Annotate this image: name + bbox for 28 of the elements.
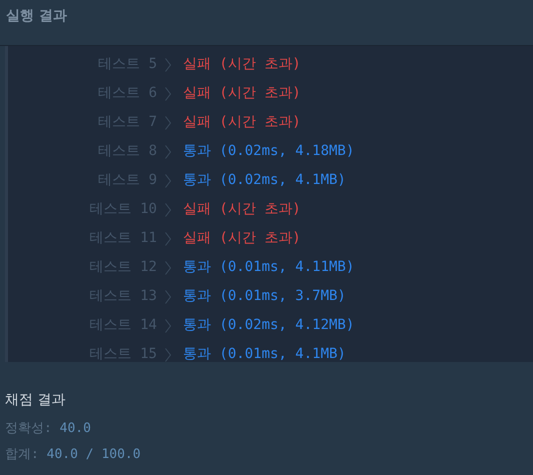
- chevron-icon: [165, 144, 171, 158]
- test-result: 실패 (시간 초과): [183, 113, 301, 132]
- test-result: 통과 (0.02ms, 4.1MB): [183, 171, 346, 190]
- chevron-icon: [165, 202, 171, 216]
- chevron-icon: [165, 348, 171, 362]
- score-value: 40.0 / 100.0: [46, 447, 141, 462]
- chevron-icon: [165, 174, 171, 188]
- chevron-icon: [165, 318, 171, 332]
- chevron-icon: [165, 290, 171, 304]
- test-result: 통과 (0.02ms, 4.12MB): [183, 316, 354, 335]
- score-label: 합계:: [5, 447, 39, 462]
- section-title: 실행 결과: [6, 8, 67, 24]
- score-label: 정확성:: [5, 421, 52, 436]
- chevron-icon: [165, 260, 171, 274]
- test-result: 실패 (시간 초과): [183, 84, 301, 103]
- test-result: 실패 (시간 초과): [183, 229, 301, 248]
- test-result: 통과 (0.01ms, 4.1MB): [183, 345, 346, 364]
- test-result: 통과 (0.01ms, 3.7MB): [183, 287, 346, 306]
- chevron-icon: [165, 116, 171, 130]
- chevron-icon: [165, 86, 171, 100]
- test-result: 실패 (시간 초과): [183, 55, 301, 74]
- test-result: 실패 (시간 초과): [183, 200, 301, 219]
- grading-title: 채점 결과: [5, 391, 66, 410]
- chevron-icon: [165, 232, 171, 246]
- chevron-icon: [165, 58, 171, 72]
- test-result: 통과 (0.01ms, 4.11MB): [183, 258, 354, 277]
- test-result: 통과 (0.02ms, 4.18MB): [183, 142, 354, 161]
- score-value: 40.0: [60, 421, 91, 436]
